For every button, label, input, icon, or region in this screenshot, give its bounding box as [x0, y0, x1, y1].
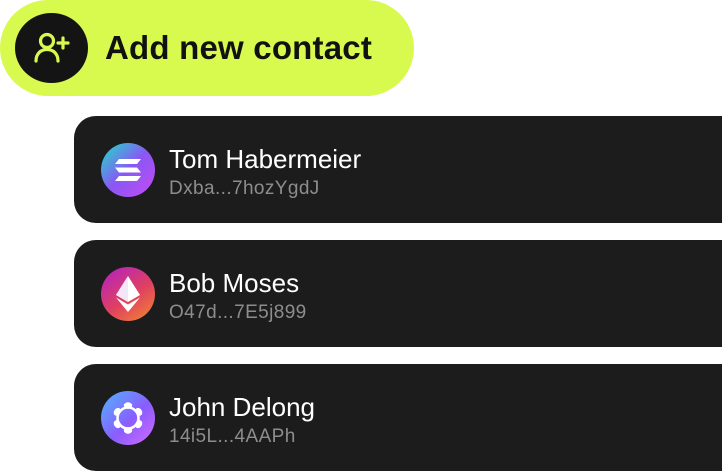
ethereum-icon [101, 267, 155, 321]
contact-name: Tom Habermeier [169, 144, 362, 174]
contact-card-john-delong[interactable]: John Delong 14i5L...4AAPh [74, 364, 722, 471]
contact-card-tom-habermeier[interactable]: Tom Habermeier Dxba...7hozYgdJ [74, 116, 722, 223]
add-new-contact-label: Add new contact [105, 29, 373, 66]
add-user-icon [15, 13, 88, 83]
contact-address: O47d...7E5j899 [169, 302, 307, 323]
add-new-contact-button[interactable]: Add new contact [0, 0, 414, 96]
polkadot-icon [101, 391, 155, 445]
solana-icon [101, 143, 155, 197]
contact-name: Bob Moses [169, 268, 300, 298]
contact-card-bob-moses[interactable]: Bob Moses O47d...7E5j899 [74, 240, 722, 347]
contact-name: John Delong [169, 392, 315, 422]
contact-address: 14i5L...4AAPh [169, 426, 296, 447]
contact-address: Dxba...7hozYgdJ [169, 178, 320, 199]
